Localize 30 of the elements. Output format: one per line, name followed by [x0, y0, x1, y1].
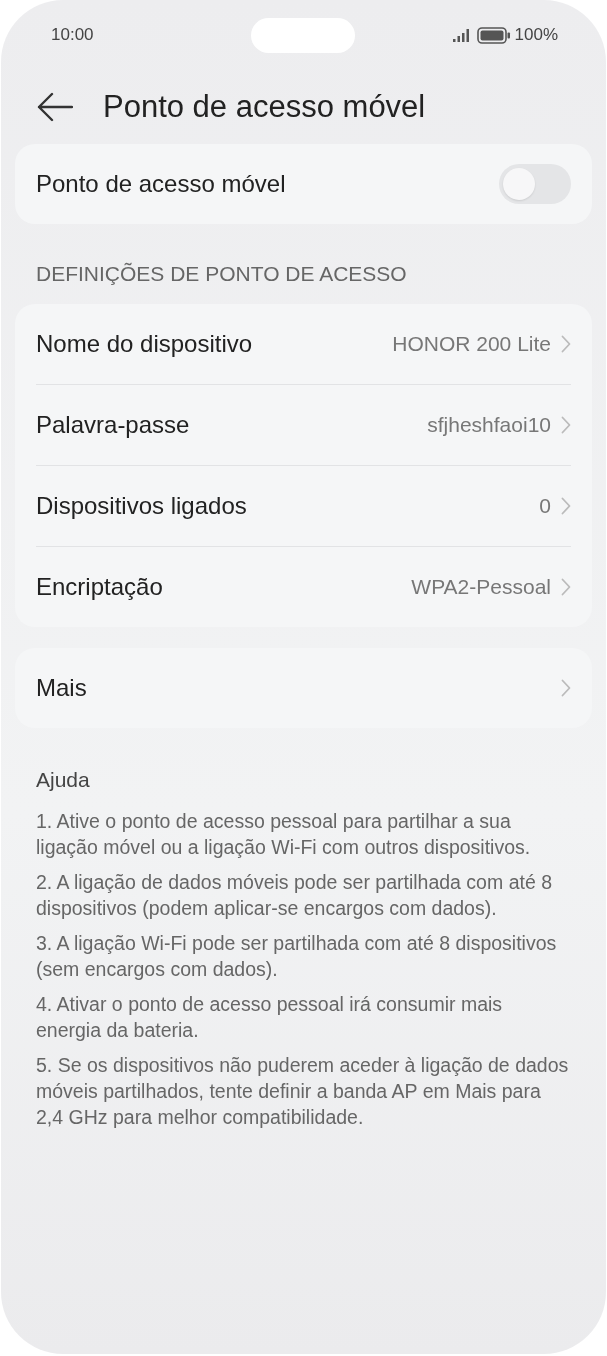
battery-icon	[476, 26, 511, 44]
setting-label: Palavra-passe	[36, 411, 190, 439]
chevron-right-icon	[561, 335, 571, 353]
chevron-right-icon	[561, 497, 571, 515]
setting-value: HONOR 200 Lite	[392, 332, 551, 356]
setting-value: WPA2-Pessoal	[411, 575, 551, 599]
help-paragraph: 1. Ative o ponto de acesso pessoal para partilhar a sua ligação móvel ou a ligação Wi-Fi com outros dispositivos.	[36, 809, 532, 860]
help-title: Ajuda	[36, 768, 91, 792]
setting-value: sfjheshfaoi10	[427, 413, 551, 437]
help-paragraph: 2. A ligação de dados móveis pode ser partilhada com até 8 dispositivos (podem aplicar-se encargos com dados).	[36, 870, 553, 921]
battery-percentage: 100%	[514, 25, 558, 45]
setting-value: 0	[539, 494, 551, 518]
help-paragraph: 5. Se os dispositivos não puderem aceder à ligação de dados móveis partilhados, tente definir a banda AP em Mais para 2,4 GHz para melhor compatibilidade.	[36, 1053, 570, 1130]
hotspot-switch[interactable]	[499, 164, 571, 204]
help-paragraph: 3. A ligação Wi-Fi pode ser partilhada com até 8 dispositivos (sem encargos com dados).	[36, 931, 558, 982]
section-heading: DEFINIÇÕES DE PONTO DE ACESSO	[36, 262, 408, 286]
back-arrow-icon	[37, 92, 73, 122]
setting-label: Dispositivos ligados	[36, 492, 247, 520]
help-paragraph: 4. Ativar o ponto de acesso pessoal irá consumir mais energia da bateria.	[36, 992, 504, 1043]
setting-label: Nome do dispositivo	[36, 330, 253, 358]
chevron-right-icon	[561, 578, 571, 596]
chevron-right-icon	[561, 679, 571, 697]
more-card[interactable]: Mais	[15, 648, 592, 728]
status-time: 10:00	[51, 25, 94, 45]
hotspot-label: Ponto de acesso móvel	[36, 170, 286, 198]
back-button[interactable]	[37, 92, 73, 122]
chevron-right-icon	[561, 416, 571, 434]
page-title: Ponto de acesso móvel	[103, 89, 426, 125]
more-label: Mais	[36, 674, 87, 702]
setting-label: Encriptação	[36, 573, 163, 601]
